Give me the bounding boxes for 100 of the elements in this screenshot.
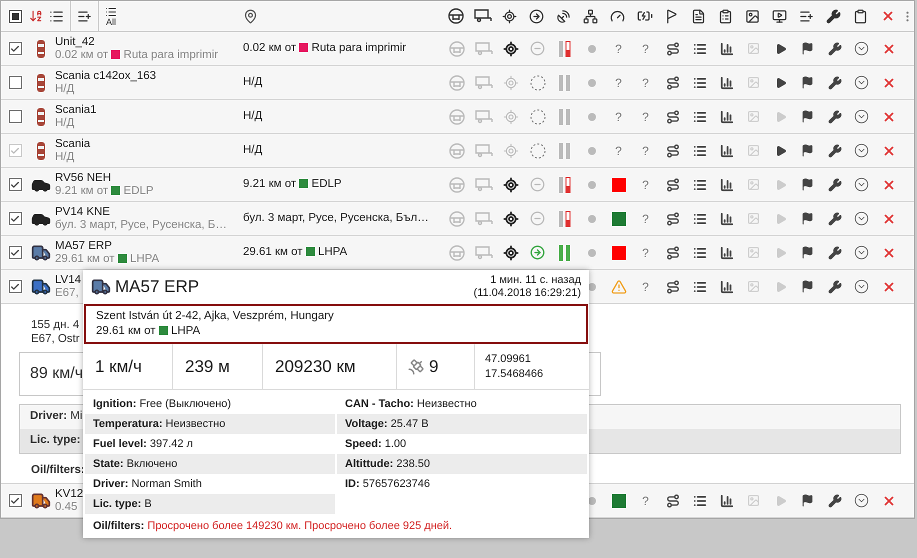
satellite-dish-icon[interactable] <box>556 8 571 24</box>
row-checkbox[interactable] <box>8 246 22 259</box>
bar-chart-icon[interactable] <box>720 110 734 124</box>
settings-icon[interactable] <box>828 178 842 192</box>
dropdown-icon[interactable] <box>854 75 869 90</box>
list-add-icon[interactable] <box>77 8 92 24</box>
flag-icon[interactable] <box>801 246 814 259</box>
crosshair-icon[interactable] <box>502 8 517 24</box>
flag-icon[interactable] <box>801 178 814 191</box>
play-icon[interactable] <box>774 42 786 54</box>
flag-icon[interactable] <box>801 494 814 507</box>
route-icon[interactable] <box>666 178 680 192</box>
all-label[interactable]: All <box>106 18 116 26</box>
row-checkbox[interactable] <box>8 178 22 191</box>
settings-icon[interactable] <box>828 212 842 226</box>
location-pin-icon[interactable] <box>243 8 258 24</box>
dropdown-icon[interactable] <box>854 177 869 192</box>
document-icon[interactable] <box>691 8 706 24</box>
dropdown-icon[interactable] <box>854 143 869 158</box>
delete-icon[interactable] <box>882 76 896 90</box>
route-icon[interactable] <box>666 494 680 508</box>
unit-name[interactable]: PV14 KNE <box>55 206 243 218</box>
crosshair-icon[interactable] <box>502 210 518 226</box>
delete-icon[interactable] <box>882 246 896 260</box>
bar-chart-icon[interactable] <box>720 494 734 508</box>
dropdown-icon[interactable] <box>854 211 869 226</box>
route-icon[interactable] <box>666 110 680 124</box>
delete-icon[interactable] <box>882 110 896 124</box>
bar-chart-icon[interactable] <box>720 246 734 260</box>
network-icon[interactable] <box>583 8 598 24</box>
list-icon[interactable] <box>692 76 706 90</box>
flag-icon[interactable] <box>801 280 814 293</box>
flag-icon[interactable] <box>801 42 814 55</box>
settings-icon[interactable] <box>828 42 842 56</box>
unit-name[interactable]: Scania c142ox_163 <box>55 70 243 82</box>
route-icon[interactable] <box>666 42 680 56</box>
arrow-circle-icon[interactable] <box>529 8 544 24</box>
list-icon[interactable] <box>692 280 706 294</box>
list-icon[interactable] <box>692 144 706 158</box>
delete-icon[interactable] <box>880 9 894 23</box>
report-icon[interactable] <box>718 8 733 24</box>
bar-chart-icon[interactable] <box>720 76 734 90</box>
dropdown-icon[interactable] <box>854 493 869 508</box>
route-icon[interactable] <box>666 280 680 294</box>
flag-icon[interactable] <box>801 212 814 225</box>
delete-icon[interactable] <box>882 212 896 226</box>
bar-chart-icon[interactable] <box>720 212 734 226</box>
dropdown-icon[interactable] <box>854 41 869 56</box>
row-checkbox[interactable] <box>8 110 22 123</box>
delete-icon[interactable] <box>882 42 896 56</box>
sort-az-icon[interactable] <box>29 9 43 23</box>
list-icon[interactable] <box>692 178 706 192</box>
settings-icon[interactable] <box>828 144 842 158</box>
delete-icon[interactable] <box>882 494 896 508</box>
gauge-icon[interactable] <box>610 8 625 24</box>
row-checkbox[interactable] <box>8 280 22 293</box>
crosshair-icon[interactable] <box>502 176 518 192</box>
play-icon[interactable] <box>774 76 786 88</box>
bar-chart-icon[interactable] <box>720 42 734 56</box>
settings-icon[interactable] <box>828 494 842 508</box>
list-icon[interactable] <box>692 42 706 56</box>
bar-chart-icon[interactable] <box>720 280 734 294</box>
list-icon[interactable] <box>49 8 64 24</box>
dropdown-icon[interactable] <box>854 245 869 260</box>
unit-name[interactable]: Unit_42 <box>55 36 243 48</box>
list-icon[interactable] <box>692 246 706 260</box>
unit-name[interactable]: Scania1 <box>55 104 243 116</box>
settings-icon[interactable] <box>828 110 842 124</box>
dropdown-icon[interactable] <box>854 279 869 294</box>
add-icon[interactable] <box>799 8 814 24</box>
row-checkbox[interactable] <box>8 76 22 89</box>
route-icon[interactable] <box>666 246 680 260</box>
select-all-checkbox[interactable] <box>8 10 22 22</box>
flag-icon[interactable] <box>801 110 814 123</box>
clipboard-icon[interactable] <box>853 8 868 24</box>
flag-icon[interactable] <box>801 144 814 157</box>
flag-icon[interactable] <box>801 76 814 89</box>
settings-icon[interactable] <box>828 280 842 294</box>
monitor-play-icon[interactable] <box>772 8 787 24</box>
route-icon[interactable] <box>666 144 680 158</box>
row-checkbox[interactable] <box>8 494 22 507</box>
route-icon[interactable] <box>666 76 680 90</box>
delete-icon[interactable] <box>882 280 896 294</box>
list-icon[interactable] <box>692 212 706 226</box>
unit-name[interactable]: MA57 ERP <box>55 240 243 252</box>
row-checkbox[interactable] <box>8 212 22 225</box>
settings-icon[interactable] <box>826 8 841 24</box>
bar-chart-icon[interactable] <box>720 144 734 158</box>
unit-name[interactable]: RV56 NEH <box>55 172 243 184</box>
delete-icon[interactable] <box>882 178 896 192</box>
route-icon[interactable] <box>666 212 680 226</box>
settings-icon[interactable] <box>828 246 842 260</box>
list-icon[interactable] <box>692 110 706 124</box>
dropdown-icon[interactable] <box>854 109 869 124</box>
image-icon[interactable] <box>745 8 760 24</box>
settings-icon[interactable] <box>828 76 842 90</box>
crosshair-icon[interactable] <box>502 40 518 56</box>
finish-flag-icon[interactable] <box>664 8 679 24</box>
crosshair-icon[interactable] <box>502 244 518 260</box>
row-checkbox[interactable] <box>8 42 22 55</box>
